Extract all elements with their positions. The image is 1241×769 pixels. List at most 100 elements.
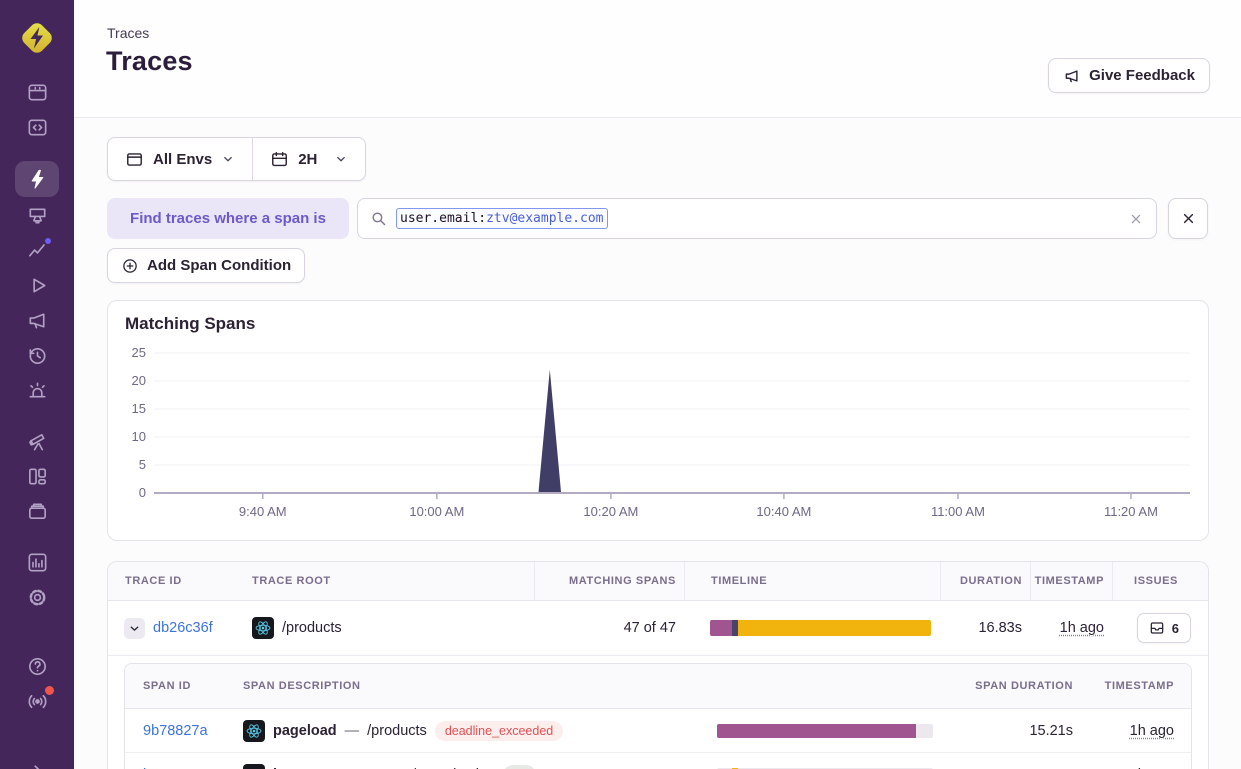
- sidebar: [0, 0, 74, 769]
- spans-table: SPAN ID SPAN DESCRIPTION SPAN DURATION T…: [124, 663, 1192, 769]
- traces-page: Traces Traces Give Feedback All Envs 2H …: [0, 0, 1241, 769]
- svg-text:9:40 AM: 9:40 AM: [239, 504, 287, 519]
- add-span-condition-button[interactable]: Add Span Condition: [107, 248, 305, 283]
- sidebar-item-issues[interactable]: [15, 75, 59, 109]
- sidebar-item-traces[interactable]: [15, 161, 59, 197]
- traces-table: TRACE ID TRACE ROOT MATCHING SPANS TIMEL…: [107, 561, 1209, 769]
- time-range-filter[interactable]: 2H: [253, 138, 365, 180]
- svg-text:25: 25: [132, 345, 146, 360]
- calendar-icon: [270, 150, 289, 169]
- megaphone-icon: [1063, 67, 1081, 85]
- filter-bar: All Envs 2H: [107, 137, 366, 181]
- trace-id-link[interactable]: db26c36f: [153, 620, 213, 636]
- svg-text:5: 5: [139, 457, 146, 472]
- collapse-trace-button[interactable]: [124, 618, 145, 639]
- span-row[interactable]: b7a7e441 http.server — GET /organization…: [125, 753, 1191, 769]
- main-content: Traces Traces Give Feedback All Envs 2H …: [74, 0, 1241, 769]
- span-id-link[interactable]: 9b78827a: [143, 723, 208, 739]
- column-header-timeline: TIMELINE: [684, 562, 940, 600]
- projector-icon: [26, 204, 49, 227]
- span-status-badge: ok: [503, 765, 536, 769]
- react-platform-icon: [252, 617, 274, 639]
- svg-text:15: 15: [132, 401, 146, 416]
- lightning-bolt-icon: [26, 168, 49, 191]
- svg-text:10:20 AM: 10:20 AM: [583, 504, 638, 519]
- span-timeline-bar: [717, 724, 933, 738]
- column-header-span-description: SPAN DESCRIPTION: [235, 680, 685, 692]
- search-icon: [370, 210, 387, 227]
- chevron-right-icon: [27, 760, 47, 769]
- bar-chart-icon: [26, 551, 49, 574]
- issues-inbox-icon: [1149, 620, 1165, 636]
- issues-icon: [26, 81, 49, 104]
- environment-filter-label: All Envs: [153, 151, 212, 168]
- breadcrumb[interactable]: Traces: [107, 25, 149, 41]
- token-key: user.email:: [400, 211, 486, 226]
- sidebar-item-discover[interactable]: [15, 424, 59, 458]
- trace-timestamp[interactable]: 1h ago: [1060, 620, 1104, 636]
- svg-text:10:40 AM: 10:40 AM: [756, 504, 811, 519]
- column-header-trace-root: TRACE ROOT: [244, 575, 534, 587]
- span-description: /products: [367, 723, 427, 739]
- matching-spans-chart-card: Matching Spans 05101520259:40 AM10:00 AM…: [107, 300, 1209, 541]
- search-filter-token[interactable]: user.email:ztv@example.com: [396, 208, 608, 229]
- trace-row[interactable]: db26c36f /products 47 of 47 16.83s 1h ag…: [108, 601, 1208, 656]
- column-header-span-timestamp: TIMESTAMP: [1081, 680, 1191, 692]
- gear-icon: [26, 586, 49, 609]
- sidebar-item-projects[interactable]: [15, 110, 59, 144]
- plus-circle-icon: [121, 257, 139, 275]
- sidebar-collapse-button[interactable]: [15, 753, 59, 769]
- app-logo[interactable]: [17, 18, 57, 58]
- sidebar-item-alerts[interactable]: [15, 373, 59, 407]
- time-range-label: 2H: [298, 151, 317, 168]
- column-header-duration: DURATION: [940, 562, 1030, 600]
- sidebar-item-settings[interactable]: [15, 580, 59, 614]
- span-search-input[interactable]: user.email:ztv@example.com: [357, 198, 1157, 239]
- spans-table-header: SPAN ID SPAN DESCRIPTION SPAN DURATION T…: [125, 664, 1191, 709]
- add-span-condition-label: Add Span Condition: [147, 257, 291, 274]
- svg-text:11:20 AM: 11:20 AM: [1104, 504, 1158, 519]
- siren-icon: [26, 379, 49, 402]
- sidebar-item-insights[interactable]: [15, 233, 59, 267]
- history-clock-icon: [26, 344, 49, 367]
- span-timestamp[interactable]: 1h ago: [1130, 723, 1174, 739]
- give-feedback-button[interactable]: Give Feedback: [1048, 58, 1210, 93]
- help-circle-icon: [26, 655, 49, 678]
- chart-title: Matching Spans: [125, 314, 255, 334]
- lightning-diamond-logo-icon: [17, 18, 57, 58]
- sidebar-item-profiling[interactable]: [15, 198, 59, 232]
- trace-duration: 16.83s: [940, 620, 1030, 636]
- megaphone-icon: [26, 309, 49, 332]
- close-icon: [1128, 211, 1144, 227]
- span-status-badge: deadline_exceeded: [435, 721, 563, 741]
- clear-search-button[interactable]: [1128, 211, 1144, 227]
- token-value: ztv@example.com: [486, 211, 603, 226]
- span-row[interactable]: 9b78827a pageload — /products deadline_e…: [125, 709, 1191, 753]
- play-icon: [26, 274, 49, 297]
- telescope-icon: [26, 430, 49, 453]
- sidebar-item-stats[interactable]: [15, 545, 59, 579]
- sidebar-item-releases[interactable]: [15, 338, 59, 372]
- remove-condition-button[interactable]: [1168, 198, 1208, 239]
- sidebar-item-help[interactable]: [15, 649, 59, 683]
- span-duration: 15.21s: [941, 723, 1081, 739]
- svg-text:10: 10: [132, 429, 146, 444]
- environment-filter[interactable]: All Envs: [108, 138, 252, 180]
- matching-spans-chart[interactable]: 05101520259:40 AM10:00 AM10:20 AM10:40 A…: [124, 343, 1194, 528]
- column-header-timestamp: TIMESTAMP: [1030, 562, 1112, 600]
- traces-table-header: TRACE ID TRACE ROOT MATCHING SPANS TIMEL…: [108, 562, 1208, 601]
- svg-text:0: 0: [139, 485, 146, 500]
- column-header-span-duration: SPAN DURATION: [941, 680, 1081, 692]
- sidebar-item-replays[interactable]: [15, 268, 59, 302]
- whats-new-notification-dot: [43, 684, 56, 697]
- react-platform-icon: [243, 720, 265, 742]
- svg-text:20: 20: [132, 373, 146, 388]
- svg-text:11:00 AM: 11:00 AM: [931, 504, 985, 519]
- sidebar-item-dashboards[interactable]: [15, 459, 59, 493]
- sidebar-item-crons[interactable]: [15, 494, 59, 528]
- trace-issues-button[interactable]: 6: [1137, 613, 1191, 643]
- trace-timeline-bar: [710, 620, 931, 636]
- trace-root-label: /products: [282, 620, 342, 636]
- sidebar-item-whats-new[interactable]: [15, 684, 59, 718]
- sidebar-item-user-feedback[interactable]: [15, 303, 59, 337]
